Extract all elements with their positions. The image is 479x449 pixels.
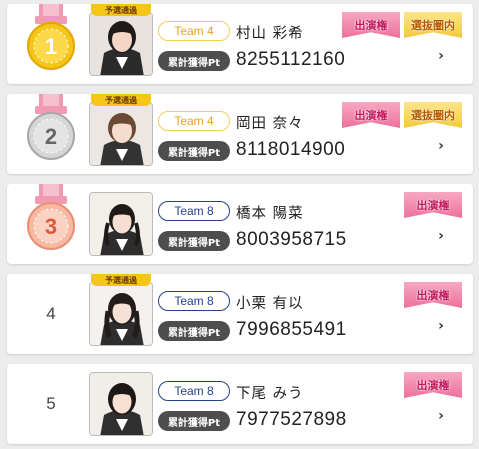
points-label: 累計獲得Pt: [158, 411, 230, 431]
tag-shutsuenken: 出演権: [404, 192, 462, 218]
tag-shutsuenken: 出演権: [404, 282, 462, 308]
member-name: 小栗 有以: [236, 296, 304, 312]
chevron-right-icon[interactable]: ›: [434, 48, 448, 64]
member-photo[interactable]: [89, 102, 153, 166]
member-photo[interactable]: [89, 282, 153, 346]
member-name: 下尾 みう: [236, 386, 304, 402]
yosen-badge: 予選通過: [91, 274, 151, 286]
team-label: Team 8: [158, 201, 230, 221]
team-label: Team 4: [158, 111, 230, 131]
ranking-row-3[interactable]: 3 Team 8 橋本 陽菜 累計獲得Pt 8003958715 出演権 ›: [7, 184, 473, 264]
member-photo[interactable]: [89, 12, 153, 76]
member-photo[interactable]: [89, 372, 153, 436]
member-name: 橋本 陽菜: [236, 206, 304, 222]
tag-shutsuenken: 出演権: [342, 12, 400, 38]
points-label: 累計獲得Pt: [158, 231, 230, 251]
points-label: 累計獲得Pt: [158, 51, 230, 71]
yosen-badge: 予選通過: [91, 4, 151, 16]
ranking-row-2[interactable]: 2 予選通過 Team 4 岡田 奈々 累計獲得Pt 8118014900 出演…: [7, 94, 473, 174]
chevron-right-icon[interactable]: ›: [434, 318, 448, 334]
tag-shutsuenken: 出演権: [342, 102, 400, 128]
ranking-row-5[interactable]: 5 Team 8 下尾 みう 累計獲得Pt 7977527898 出演権 ›: [7, 364, 473, 444]
medal-rank-text: 1: [45, 34, 57, 59]
gold-medal-icon: 1: [21, 4, 81, 80]
team-label: Team 8: [158, 381, 230, 401]
team-label: Team 8: [158, 291, 230, 311]
rank-number: 5: [46, 394, 56, 413]
member-photo[interactable]: [89, 192, 153, 256]
silver-medal-icon: 2: [21, 94, 81, 170]
chevron-right-icon[interactable]: ›: [434, 138, 448, 154]
chevron-right-icon[interactable]: ›: [434, 408, 448, 424]
yosen-badge: 予選通過: [91, 94, 151, 106]
ranking-list: 1 予選通過 Team 4 村山 彩希 累計獲得Pt 8255112160 出演…: [0, 0, 479, 449]
tag-shutsuenken: 出演権: [404, 372, 462, 398]
member-name: 岡田 奈々: [236, 116, 304, 132]
tag-senbatsu: 選抜圏内: [404, 12, 462, 38]
medal-rank-text: 3: [45, 214, 57, 239]
points-value: 7977527898: [236, 409, 347, 430]
team-label: Team 4: [158, 21, 230, 41]
points-label: 累計獲得Pt: [158, 321, 230, 341]
ranking-row-4[interactable]: 4 予選通過 Team 8 小栗 有以 累計獲得Pt 7996855491 出演…: [7, 274, 473, 354]
points-value: 8003958715: [236, 229, 347, 250]
member-name: 村山 彩希: [236, 26, 304, 42]
points-value: 8255112160: [236, 49, 346, 70]
ranking-row-1[interactable]: 1 予選通過 Team 4 村山 彩希 累計獲得Pt 8255112160 出演…: [7, 4, 473, 84]
rank-number: 4: [46, 304, 56, 323]
points-value: 8118014900: [236, 139, 346, 160]
chevron-right-icon[interactable]: ›: [434, 228, 448, 244]
points-label: 累計獲得Pt: [158, 141, 230, 161]
medal-rank-text: 2: [45, 124, 57, 149]
tag-senbatsu: 選抜圏内: [404, 102, 462, 128]
points-value: 7996855491: [236, 319, 347, 340]
bronze-medal-icon: 3: [21, 184, 81, 260]
